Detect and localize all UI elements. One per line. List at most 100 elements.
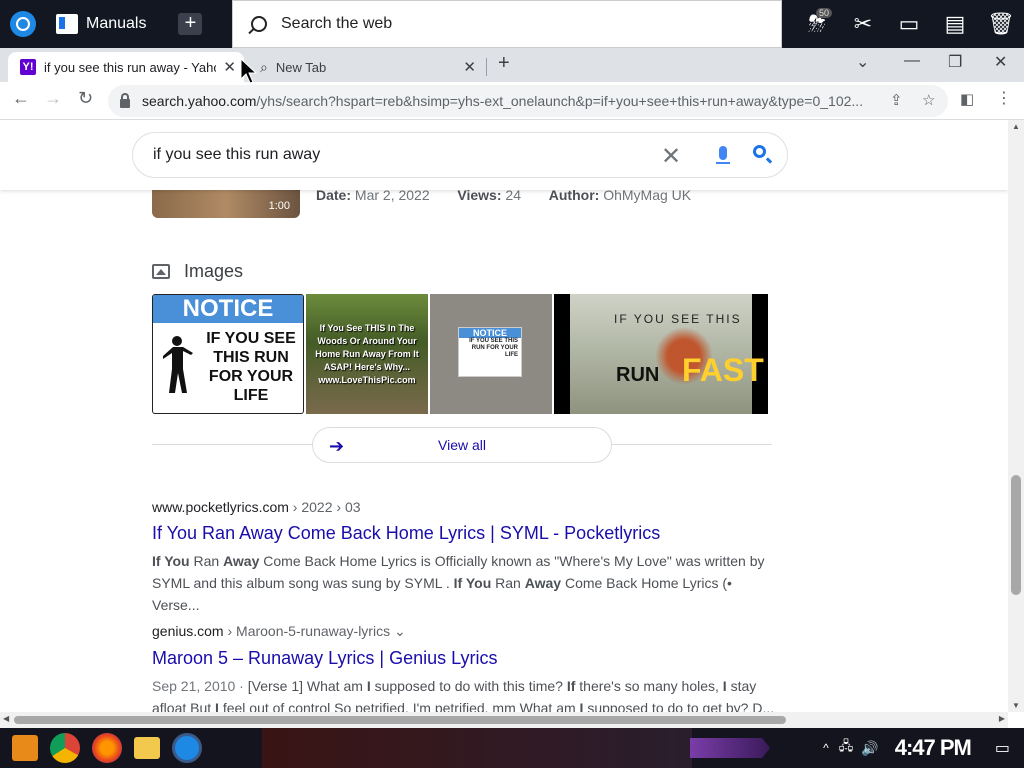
- images-section-header: Images: [152, 261, 243, 282]
- image-icon: [152, 264, 170, 279]
- add-shortcut-button[interactable]: +: [178, 13, 203, 35]
- result-cite[interactable]: genius.com › Maroon-5-runaway-lyrics ⌄: [152, 623, 782, 640]
- tab-search-chevron-icon[interactable]: ⌄: [856, 52, 869, 72]
- image-caption: FAST: [682, 352, 764, 388]
- vertical-scrollbar[interactable]: ▲ ▼: [1008, 120, 1024, 712]
- page-viewport: 1:00 Date: Mar 2, 2022 Views: 24 Author:…: [0, 120, 1008, 712]
- volume-icon[interactable]: 🔊: [861, 740, 878, 757]
- result-cite[interactable]: www.pocketlyrics.com › 2022 › 03: [152, 499, 782, 515]
- microphone-icon[interactable]: [716, 146, 730, 164]
- image-result[interactable]: IF YOU SEE THIS RUN FAST: [554, 294, 768, 414]
- image-caption: IF YOU SEE THIS RUN FOR YOUR LIFE: [206, 330, 296, 404]
- tab-new-tab[interactable]: ⌕ New Tab ✕: [248, 52, 484, 82]
- search-result: genius.com › Maroon-5-runaway-lyrics ⌄ M…: [152, 623, 782, 712]
- clear-search-icon[interactable]: ✕: [661, 142, 681, 171]
- url-text[interactable]: search.yahoo.com/yhs/search?hspart=reb&h…: [142, 93, 882, 109]
- minimize-button[interactable]: —: [904, 52, 920, 70]
- image-result[interactable]: If You See THIS In The Woods Or Around Y…: [306, 294, 428, 414]
- back-arrow-icon[interactable]: ←: [12, 88, 30, 109]
- tab-divider: [486, 58, 487, 76]
- taskbar: ^ 🖧 🔊 4:47 PM ▭: [0, 728, 1024, 768]
- scissors-icon[interactable]: ✂: [840, 0, 886, 48]
- mouse-cursor-icon: [240, 58, 258, 84]
- search-icon: ⌕: [260, 58, 268, 75]
- video-thumbnail[interactable]: 1:00: [152, 188, 300, 218]
- side-panel-icon[interactable]: ◧: [960, 90, 974, 108]
- result-domain: www.pocketlyrics.com: [152, 499, 289, 515]
- taskbar-decoration: [690, 738, 770, 758]
- search-submit-icon[interactable]: [753, 145, 766, 158]
- tab-title: if you see this run away - Yahoo: [44, 59, 216, 75]
- scrollbar-thumb[interactable]: [14, 716, 786, 724]
- url-host: search.yahoo.com: [142, 93, 257, 109]
- weather-icon[interactable]: ⛈ 50: [794, 0, 840, 48]
- url-path: /yhs/search?hspart=reb&hsimp=yhs-ext_one…: [256, 93, 864, 109]
- image-caption: IF YOU SEE THIS: [614, 312, 742, 326]
- scroll-down-icon[interactable]: ▼: [1012, 701, 1020, 710]
- scroll-right-icon[interactable]: ▶: [999, 714, 1005, 723]
- restore-button[interactable]: ❐: [948, 52, 962, 72]
- close-window-button[interactable]: ✕: [994, 52, 1007, 72]
- star-bookmark-icon[interactable]: ☆: [922, 91, 935, 109]
- result-path: › 2022 › 03: [288, 499, 361, 515]
- view-all-button[interactable]: ➔ View all: [312, 427, 612, 463]
- result-snippet: If You Ran Away Come Back Home Lyrics is…: [152, 553, 765, 613]
- share-icon[interactable]: ⇪: [890, 91, 903, 109]
- image-result[interactable]: NOTICE IF YOU SEE THIS RUN FOR YOUR LIFE: [430, 294, 552, 414]
- manuals-label: Manuals: [86, 15, 147, 32]
- view-all-label: View all: [438, 437, 486, 453]
- network-icon[interactable]: 🖧: [839, 737, 854, 759]
- clipboard-icon[interactable]: ▤: [932, 0, 978, 48]
- firefox-icon[interactable]: [92, 733, 122, 763]
- result-title-link[interactable]: Maroon 5 – Runaway Lyrics | Genius Lyric…: [152, 648, 782, 669]
- result-snippet: Sep 21, 2010 · [Verse 1] What am I suppo…: [152, 678, 775, 712]
- search-icon: [251, 16, 267, 32]
- web-search-bar[interactable]: Search the web: [232, 0, 782, 48]
- start-button-icon[interactable]: [12, 735, 38, 761]
- scroll-left-icon[interactable]: ◀: [3, 714, 9, 723]
- notification-count: 50: [815, 8, 832, 18]
- address-bar[interactable]: search.yahoo.com/yhs/search?hspart=reb&h…: [108, 85, 948, 117]
- new-tab-button[interactable]: +: [498, 52, 510, 75]
- zombie-icon: [163, 336, 193, 393]
- result-domain: genius.com: [152, 623, 224, 639]
- trash-icon[interactable]: 🗑: [978, 0, 1024, 48]
- close-tab-icon[interactable]: ✕: [223, 58, 236, 76]
- scrollbar-thumb[interactable]: [1011, 475, 1021, 595]
- image-caption-top: NOTICE: [153, 295, 303, 323]
- result-path: › Maroon-5-runaway-lyrics ⌄: [223, 623, 406, 639]
- manuals-shortcut[interactable]: Manuals: [56, 14, 146, 34]
- result-title-link[interactable]: If You Ran Away Come Back Home Lyrics | …: [152, 523, 782, 544]
- search-input[interactable]: if you see this run away ✕: [132, 132, 788, 178]
- onelaunch-taskbar-icon[interactable]: [172, 733, 202, 763]
- tab-strip: Y! if you see this run away - Yahoo ✕ ⌕ …: [0, 48, 1024, 82]
- image-caption: If You See THIS In The Woods Or Around Y…: [315, 323, 419, 385]
- reload-icon[interactable]: ↻: [78, 88, 93, 109]
- search-result: www.pocketlyrics.com › 2022 › 03 If You …: [152, 499, 782, 616]
- browser-toolbar: ← → ↻ search.yahoo.com/yhs/search?hspart…: [0, 82, 1024, 120]
- book-icon: [56, 14, 78, 34]
- tray-chevron-icon[interactable]: ^: [823, 741, 829, 755]
- video-duration: 1:00: [268, 200, 290, 212]
- system-top-bar: Manuals + Search the web ⛈ 50 ✂ ▭ ▤ 🗑: [0, 0, 1024, 48]
- onelaunch-icon[interactable]: [10, 11, 36, 37]
- tab-title: New Tab: [275, 59, 327, 75]
- chrome-icon[interactable]: [50, 733, 80, 763]
- notification-icon[interactable]: ▭: [995, 738, 1010, 758]
- notice-sign: NOTICE IF YOU SEE THIS RUN FOR YOUR LIFE: [458, 327, 522, 377]
- image-caption: RUN: [616, 364, 660, 386]
- close-tab-icon[interactable]: ✕: [463, 58, 476, 76]
- tab-yahoo-search[interactable]: Y! if you see this run away - Yahoo ✕: [8, 52, 244, 82]
- search-query-text[interactable]: if you see this run away: [153, 146, 320, 164]
- taskbar-clock[interactable]: 4:47 PM: [895, 735, 972, 761]
- web-search-placeholder: Search the web: [281, 15, 393, 32]
- scroll-up-icon[interactable]: ▲: [1012, 122, 1020, 131]
- video-camera-icon[interactable]: ▭: [886, 0, 932, 48]
- taskbar-wallpaper: [262, 728, 692, 768]
- more-menu-icon[interactable]: ⋮: [996, 88, 1012, 108]
- file-explorer-icon[interactable]: [134, 737, 160, 759]
- image-result[interactable]: NOTICE IF YOU SEE THIS RUN FOR YOUR LIFE: [152, 294, 304, 414]
- forward-arrow-icon[interactable]: →: [44, 88, 62, 109]
- image-results-row: NOTICE IF YOU SEE THIS RUN FOR YOUR LIFE…: [152, 294, 768, 414]
- horizontal-scrollbar[interactable]: ◀ ▶: [0, 712, 1008, 728]
